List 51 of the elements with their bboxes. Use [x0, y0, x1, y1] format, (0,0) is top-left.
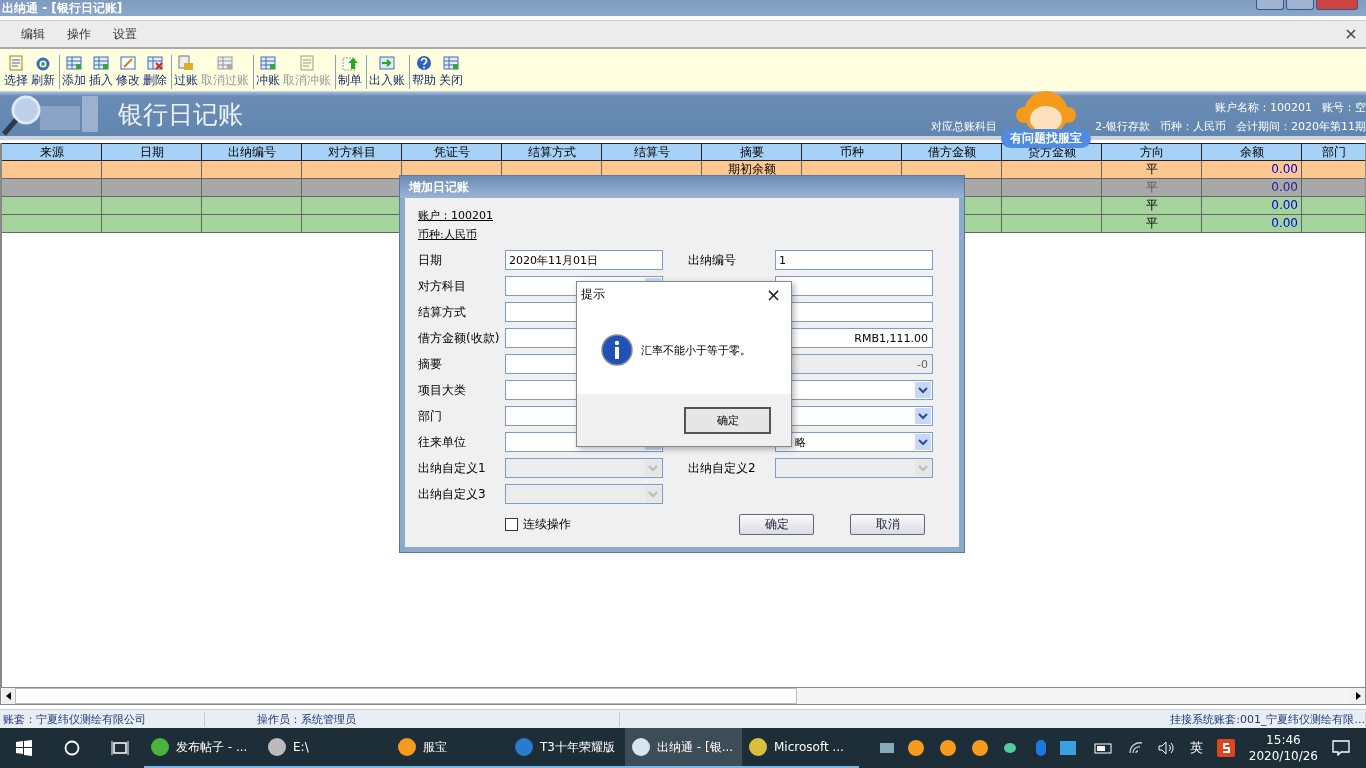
field-label: 对方科目 — [418, 277, 467, 295]
clock-date: 2020/10/26 — [1248, 748, 1318, 764]
accounting-period: 会计期间：2020年第11期 — [1236, 119, 1366, 134]
column-header: 借方金额 — [902, 143, 1002, 161]
table-cell: 0.00 — [1202, 161, 1302, 179]
message-text: 汇率不能小于等于零。 — [641, 342, 751, 358]
column-header: 日期 — [102, 143, 202, 161]
field-label: 日期 — [418, 251, 443, 269]
column-header: 币种 — [802, 143, 902, 161]
table-cell: 平 — [1102, 197, 1202, 215]
field-label: 项目大类 — [418, 381, 467, 399]
account-name: 账户名称：100201 — [1215, 100, 1312, 115]
column-header: 出纳编号 — [202, 143, 302, 161]
column-header: 部门 — [1302, 143, 1365, 161]
field-label: 出纳编号 — [688, 251, 737, 269]
page-title: 银行日记账 — [118, 98, 243, 131]
table-cell: 0.00 — [1202, 197, 1302, 215]
table-cell: 平 — [1102, 179, 1202, 197]
column-header: 余额 — [1202, 143, 1302, 161]
ledger-subject: 2-银行存款 — [1095, 119, 1150, 134]
status-text: 挂接系统账套:001_宁夏纬仪测绘有限... — [620, 711, 1366, 727]
currency-label: 币种:人民币 — [418, 227, 477, 242]
field-label: 出纳自定义2 — [688, 459, 757, 477]
table-cell: 0.00 — [1202, 215, 1302, 233]
field-label: 往来单位 — [418, 433, 467, 451]
column-header: 摘要 — [702, 143, 802, 161]
clock-time: 15:46 — [1266, 732, 1301, 748]
table-cell: 平 — [1102, 215, 1202, 233]
column-header: 方向 — [1102, 143, 1202, 161]
field-label: 借方金额(收款) — [418, 329, 501, 347]
dialog-title: 增加日记账 — [400, 176, 964, 198]
column-header: 来源 — [2, 143, 102, 161]
account-number: 账号：空 — [1322, 100, 1366, 115]
field-label: 结算方式 — [418, 303, 467, 321]
ledger-subject: 对应总账科目 — [931, 119, 998, 134]
currency: 币种：人民币 — [1160, 119, 1226, 134]
status-text: 操作员：系统管理员 — [205, 711, 620, 727]
column-header: 凭证号 — [402, 143, 502, 161]
message-title: 提示 — [581, 285, 605, 303]
column-header: 结算号 — [602, 143, 702, 161]
field-label: 摘要 — [418, 355, 443, 373]
window-title: 出纳通 - [银行日记账] — [1, 1, 123, 15]
field-label: 出纳自定义1 — [418, 459, 487, 477]
column-header: 对方科目 — [302, 143, 402, 161]
account-label: 账户：100201 — [418, 208, 493, 223]
status-text: 账套：宁夏纬仪测绘有限公司 — [0, 711, 205, 727]
column-header: 结算方式 — [502, 143, 602, 161]
field-label: 出纳自定义3 — [418, 485, 487, 503]
field-label: 部门 — [418, 407, 443, 425]
table-cell: 0.00 — [1202, 179, 1302, 197]
table-cell: 平 — [1102, 161, 1202, 179]
